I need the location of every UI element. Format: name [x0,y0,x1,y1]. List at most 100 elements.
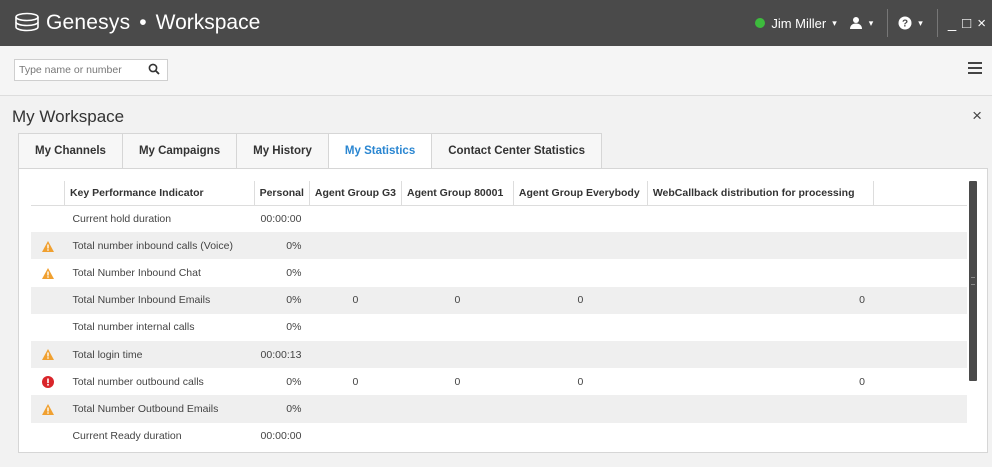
agent-icon[interactable] [849,16,863,30]
chevron-down-icon[interactable]: ▾ [832,18,837,29]
table-row[interactable]: Total number inbound calls (Voice) 0% [31,232,967,260]
g3-cell: 0 [352,375,359,388]
tab-contact-center-statistics[interactable]: Contact Center Statistics [431,133,602,169]
tab-my-campaigns[interactable]: My Campaigns [121,133,237,169]
column-header-agent-group-g3[interactable]: Agent Group G3 [309,181,403,206]
column-header-agent-group-everybody[interactable]: Agent Group Everybody [513,181,648,206]
search-bar [0,46,992,96]
workspace-title: My Workspace [12,107,125,126]
search-input[interactable] [15,60,139,80]
tab-my-statistics[interactable]: My Statistics [327,133,432,169]
scroll-grip-icon[interactable] [971,277,975,285]
maximize-icon[interactable]: □ [962,15,971,32]
empty-cell [873,395,967,423]
minimize-icon[interactable]: _ [948,15,956,32]
table-row[interactable]: Total Number Outbound Emails 0% [31,395,967,423]
kpi-cell: Total Number Outbound Emails [64,395,255,423]
g80001-cell [401,395,514,423]
error-icon [41,375,54,388]
everybody-cell [513,232,648,260]
column-header-personal[interactable]: Personal [254,181,310,206]
empty-cell [873,232,967,260]
row-icon-cell [31,395,65,423]
row-icon-cell [31,314,64,341]
genesys-logo-icon [15,12,39,32]
table-header-row: Key Performance Indicator Personal Agent… [31,181,967,206]
g80001-cell [401,232,514,260]
statistics-rows: Current hold duration 00:00:00 Total num… [31,205,967,449]
webcallback-cell [647,395,873,423]
webcallback-cell: 0 [647,286,873,314]
g3-cell [309,340,402,369]
table-row[interactable]: Total number outbound calls 0% 0 0 0 0 [31,368,967,395]
personal-cell: 0% [286,266,302,279]
g3-cell [309,395,402,423]
statistics-panel: Key Performance Indicator Personal Agent… [18,169,988,453]
search-box[interactable] [14,59,168,81]
g3-cell [309,314,401,341]
personal-cell: 0% [254,286,310,314]
webcallback-cell [647,205,873,232]
kpi-cell: Current hold duration [72,212,172,225]
g3-cell [309,232,402,260]
column-header-agent-group-80001[interactable]: Agent Group 80001 [401,181,514,206]
tab-my-history[interactable]: My History [236,133,328,169]
personal-cell: 00:00:13 [254,340,310,369]
row-icon-cell [31,340,65,369]
row-icon-cell [31,205,64,232]
column-header-kpi[interactable]: Key Performance Indicator [64,181,255,206]
g80001-cell [402,314,514,341]
g80001-cell [402,259,514,286]
everybody-cell [513,340,648,369]
webcallback-cell [647,423,873,450]
status-dot-icon[interactable] [755,18,766,28]
warning-icon [41,240,54,252]
column-header-webcallback[interactable]: WebCallback distribution for processing [647,181,874,206]
table-row[interactable]: Total login time 00:00:13 [31,340,967,369]
vertical-scrollbar[interactable] [969,181,977,381]
title-bar-controls: Jim Miller ▾ ▾ ? ▾ _ □ × [755,0,992,46]
empty-cell [873,423,967,450]
g80001-cell: 0 [454,375,461,388]
g3-cell [309,423,401,450]
table-row[interactable]: Current hold duration 00:00:00 [31,205,967,232]
g3-cell [309,205,401,232]
close-workspace-icon[interactable]: × [972,106,982,126]
table-row[interactable]: Current Ready duration 00:00:00 [31,423,967,450]
warning-icon [41,349,54,361]
divider [887,9,889,37]
user-menu[interactable]: Jim Miller [771,16,826,31]
webcallback-cell [647,340,873,369]
webcallback-cell: 0 [859,375,865,388]
webcallback-cell [647,259,873,286]
column-header-icon[interactable] [31,181,65,206]
kpi-cell: Total Number Inbound Chat [72,266,201,279]
chevron-down-icon[interactable]: ▾ [918,18,923,29]
empty-cell [873,314,967,341]
table-row[interactable]: Total Number Inbound Emails 0% 0 0 0 0 [31,286,967,314]
row-icon-cell [31,286,65,314]
g80001-cell [401,340,514,369]
webcallback-cell [647,232,873,260]
row-icon-cell [31,423,64,450]
chevron-down-icon[interactable]: ▾ [869,18,874,29]
personal-cell: 0% [286,375,302,388]
statistics-table: Key Performance Indicator Personal Agent… [31,181,967,449]
help-icon[interactable]: ? [898,16,912,30]
personal-cell: 0% [286,321,302,334]
everybody-cell [513,259,647,286]
tab-my-channels[interactable]: My Channels [18,133,122,169]
empty-cell [873,205,967,232]
hamburger-menu-icon[interactable] [968,62,982,76]
brand: Genesys • Workspace [14,0,260,46]
g80001-cell: 0 [401,286,514,314]
svg-text:?: ? [902,19,908,30]
title-bar: Genesys • Workspace Jim Miller ▾ ▾ ? ▾ _… [0,0,992,46]
product-name: Workspace [155,11,261,34]
table-row[interactable]: Total Number Inbound Chat 0% [31,259,967,286]
search-icon[interactable] [148,63,160,75]
kpi-cell: Total number internal calls [72,321,195,334]
close-icon[interactable]: × [977,15,986,32]
table-row[interactable]: Total number internal calls 0% [31,314,967,341]
everybody-cell [513,395,648,423]
